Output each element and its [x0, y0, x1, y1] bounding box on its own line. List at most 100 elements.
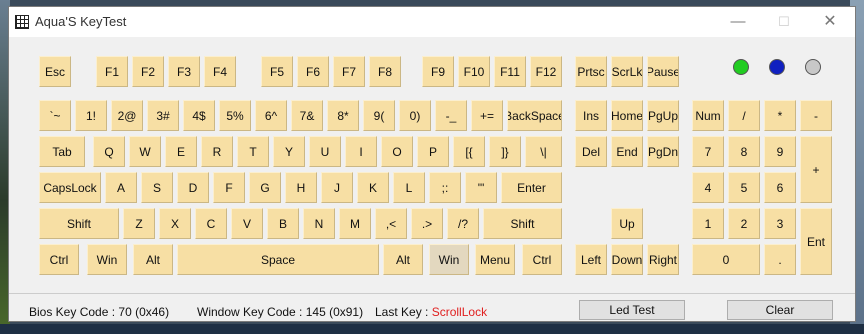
key-kp-2[interactable]: 2	[728, 208, 760, 239]
key-numlock[interactable]: Num	[692, 100, 724, 131]
key-del[interactable]: Del	[575, 136, 607, 167]
key-f2[interactable]: F2	[132, 56, 164, 87]
close-button[interactable]: ✕	[807, 7, 853, 37]
key-right-ctrl[interactable]: Ctrl	[522, 244, 562, 275]
key-4[interactable]: 4$	[183, 100, 215, 131]
key-b[interactable]: B	[267, 208, 299, 239]
key-right-alt[interactable]: Alt	[383, 244, 423, 275]
key-t[interactable]: T	[237, 136, 269, 167]
key-ins[interactable]: Ins	[575, 100, 607, 131]
key-capslock[interactable]: CapsLock	[39, 172, 101, 203]
key-f11[interactable]: F11	[494, 56, 526, 87]
key-minus[interactable]: -_	[435, 100, 467, 131]
key-l[interactable]: L	[393, 172, 425, 203]
key-e[interactable]: E	[165, 136, 197, 167]
key-p[interactable]: P	[417, 136, 449, 167]
key-right-bracket[interactable]: ]}	[489, 136, 521, 167]
key-u[interactable]: U	[309, 136, 341, 167]
key-arrow-down[interactable]: Down	[611, 244, 643, 275]
key-r[interactable]: R	[201, 136, 233, 167]
key-0[interactable]: 0)	[399, 100, 431, 131]
key-f[interactable]: F	[213, 172, 245, 203]
key-quote[interactable]: '"	[465, 172, 497, 203]
key-f9[interactable]: F9	[422, 56, 454, 87]
key-9[interactable]: 9(	[363, 100, 395, 131]
key-8[interactable]: 8*	[327, 100, 359, 131]
key-kp-4[interactable]: 4	[692, 172, 724, 203]
key-f6[interactable]: F6	[297, 56, 329, 87]
key-i[interactable]: I	[345, 136, 377, 167]
clear-button[interactable]: Clear	[727, 300, 833, 320]
key-arrow-up[interactable]: Up	[611, 208, 643, 239]
key-o[interactable]: O	[381, 136, 413, 167]
key-x[interactable]: X	[159, 208, 191, 239]
led-test-button[interactable]: Led Test	[579, 300, 685, 320]
key-backslash[interactable]: \|	[525, 136, 562, 167]
key-equals[interactable]: +=	[471, 100, 503, 131]
key-slash[interactable]: /?	[447, 208, 479, 239]
key-left-bracket[interactable]: [{	[453, 136, 485, 167]
key-kp-multiply[interactable]: *	[764, 100, 796, 131]
key-kp-0[interactable]: 0	[692, 244, 760, 275]
key-j[interactable]: J	[321, 172, 353, 203]
key-left-shift[interactable]: Shift	[39, 208, 119, 239]
key-home[interactable]: Home	[611, 100, 643, 131]
key-kp-divide[interactable]: /	[728, 100, 760, 131]
key-c[interactable]: C	[195, 208, 227, 239]
minimize-button[interactable]: —	[715, 7, 761, 37]
key-left-win[interactable]: Win	[87, 244, 127, 275]
key-3[interactable]: 3#	[147, 100, 179, 131]
key-d[interactable]: D	[177, 172, 209, 203]
key-left-ctrl[interactable]: Ctrl	[39, 244, 79, 275]
key-y[interactable]: Y	[273, 136, 305, 167]
key-g[interactable]: G	[249, 172, 281, 203]
key-f5[interactable]: F5	[261, 56, 293, 87]
key-right-win[interactable]: Win	[429, 244, 469, 275]
key-kp-8[interactable]: 8	[728, 136, 760, 167]
key-v[interactable]: V	[231, 208, 263, 239]
key-kp-1[interactable]: 1	[692, 208, 724, 239]
key-f12[interactable]: F12	[530, 56, 562, 87]
key-pause[interactable]: Pause	[647, 56, 679, 87]
key-5[interactable]: 5%	[219, 100, 251, 131]
key-1[interactable]: 1!	[75, 100, 107, 131]
key-kp-5[interactable]: 5	[728, 172, 760, 203]
key-f1[interactable]: F1	[96, 56, 128, 87]
key-tab[interactable]: Tab	[39, 136, 85, 167]
key-pgdn[interactable]: PgDn	[647, 136, 679, 167]
key-space[interactable]: Space	[177, 244, 379, 275]
key-semicolon[interactable]: ;:	[429, 172, 461, 203]
key-n[interactable]: N	[303, 208, 335, 239]
key-2[interactable]: 2@	[111, 100, 143, 131]
key-k[interactable]: K	[357, 172, 389, 203]
key-f4[interactable]: F4	[204, 56, 236, 87]
key-left-alt[interactable]: Alt	[133, 244, 173, 275]
key-f7[interactable]: F7	[333, 56, 365, 87]
key-comma[interactable]: ,<	[375, 208, 407, 239]
key-pgup[interactable]: PgUp	[647, 100, 679, 131]
key-kp-7[interactable]: 7	[692, 136, 724, 167]
key-a[interactable]: A	[105, 172, 137, 203]
key-period[interactable]: .>	[411, 208, 443, 239]
key-backspace[interactable]: BackSpace	[507, 100, 562, 131]
key-kp-3[interactable]: 3	[764, 208, 796, 239]
key-kp-minus[interactable]: -	[800, 100, 832, 131]
key-f8[interactable]: F8	[369, 56, 401, 87]
key-f3[interactable]: F3	[168, 56, 200, 87]
key-prtsc[interactable]: Prtsc	[575, 56, 607, 87]
key-q[interactable]: Q	[93, 136, 125, 167]
key-esc[interactable]: Esc	[39, 56, 71, 87]
maximize-button[interactable]: ☐	[761, 7, 807, 37]
key-arrow-right[interactable]: Right	[647, 244, 679, 275]
key-w[interactable]: W	[129, 136, 161, 167]
key-z[interactable]: Z	[123, 208, 155, 239]
key-right-shift[interactable]: Shift	[483, 208, 562, 239]
key-s[interactable]: S	[141, 172, 173, 203]
key-scrlk[interactable]: ScrLk	[611, 56, 643, 87]
key-m[interactable]: M	[339, 208, 371, 239]
key-arrow-left[interactable]: Left	[575, 244, 607, 275]
key-h[interactable]: H	[285, 172, 317, 203]
key-enter[interactable]: Enter	[501, 172, 562, 203]
key-menu[interactable]: Menu	[475, 244, 515, 275]
key-kp-dot[interactable]: .	[764, 244, 796, 275]
